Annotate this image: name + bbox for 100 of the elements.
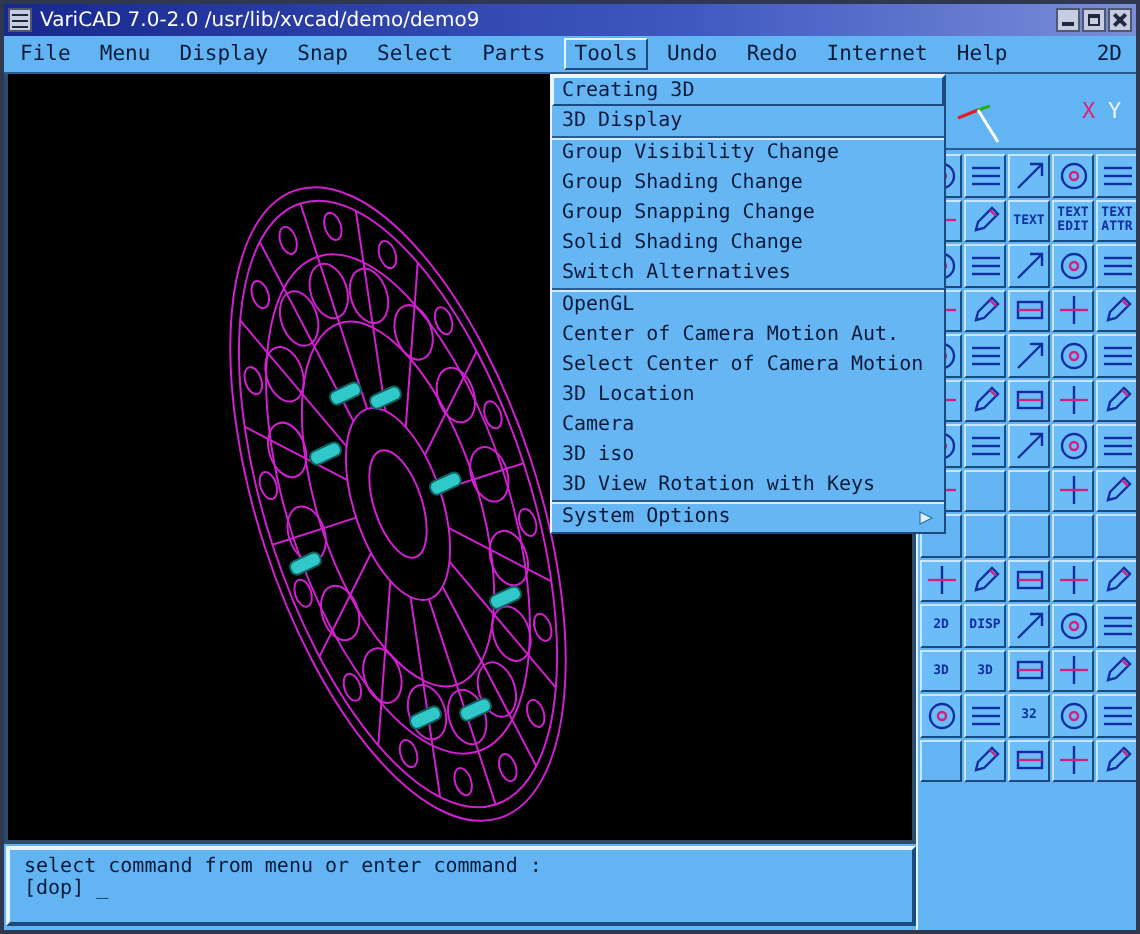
menu-item[interactable]: 3D Display	[552, 106, 944, 136]
window-menu-icon[interactable]	[8, 8, 32, 32]
tool-button[interactable]	[1052, 604, 1094, 647]
tool-button[interactable]	[1096, 244, 1136, 287]
menu-item[interactable]: Help	[946, 38, 1018, 70]
command-line: select command from menu or enter command :	[24, 856, 544, 878]
arrow-icon	[1013, 429, 1045, 462]
circle-icon	[1057, 699, 1089, 732]
menu-item[interactable]: Group Snapping Change	[552, 198, 944, 228]
tool-button[interactable]	[1052, 739, 1094, 782]
tool-button[interactable]	[964, 694, 1006, 737]
tool-button[interactable]	[964, 379, 1006, 422]
tool-button[interactable]	[964, 739, 1006, 782]
menu-item[interactable]: Snap	[287, 38, 358, 70]
tool-button[interactable]	[1096, 604, 1136, 647]
menu-item[interactable]: Menu	[89, 38, 161, 70]
tool-button[interactable]	[1052, 289, 1094, 332]
pencil-icon	[1101, 384, 1133, 417]
tool-button[interactable]	[1052, 334, 1094, 377]
tool-button[interactable]	[1052, 379, 1094, 422]
tool-button[interactable]	[1008, 649, 1050, 692]
tool-button[interactable]	[964, 424, 1006, 467]
tool-button[interactable]	[964, 559, 1006, 602]
tool-button[interactable]	[920, 694, 962, 737]
menu-item[interactable]: Parts	[472, 38, 556, 70]
menu-item[interactable]: Solid Shading Change	[552, 228, 944, 258]
minimize-icon[interactable]	[1056, 8, 1080, 32]
tool-button[interactable]	[964, 289, 1006, 332]
tool-button[interactable]	[1096, 469, 1136, 512]
tool-button[interactable]	[1008, 289, 1050, 332]
tool-button[interactable]	[964, 334, 1006, 377]
menu-item[interactable]: Group Shading Change	[552, 168, 944, 198]
axis-label: Y	[1108, 98, 1122, 124]
tool-button[interactable]	[1008, 559, 1050, 602]
tool-button[interactable]	[1052, 424, 1094, 467]
menu-item[interactable]: Display	[169, 38, 279, 70]
arrow-icon	[1013, 609, 1045, 642]
menu-item[interactable]: Creating 3D	[552, 76, 944, 106]
menu-item[interactable]: Select	[367, 38, 463, 70]
command-area[interactable]: select command from menu or enter command : [dop] _	[6, 846, 916, 926]
tool-button[interactable]	[1008, 739, 1050, 782]
tool-button[interactable]	[1052, 244, 1094, 287]
cross-icon	[1057, 744, 1089, 777]
menu-item[interactable]: OpenGL	[552, 290, 944, 320]
axis-label: X	[1082, 98, 1096, 124]
tool-button[interactable]	[1096, 559, 1136, 602]
tool-button[interactable]	[964, 154, 1006, 197]
menu-item[interactable]: System Options	[552, 502, 944, 532]
pencil-icon	[1101, 474, 1133, 507]
cross-icon	[1057, 474, 1089, 507]
cross-icon	[1057, 564, 1089, 597]
circle-icon	[1057, 429, 1089, 462]
maximize-icon[interactable]	[1082, 8, 1106, 32]
cross-icon	[1057, 294, 1089, 327]
menu-item[interactable]: 3D iso	[552, 440, 944, 470]
tool-button[interactable]	[1096, 649, 1136, 692]
menu-item[interactable]: Undo	[656, 38, 728, 70]
tool-button[interactable]	[1096, 289, 1136, 332]
tool-button[interactable]	[1052, 559, 1094, 602]
pencil-icon	[1101, 294, 1133, 327]
menu-item[interactable]: Center of Camera Motion Aut.	[552, 320, 944, 350]
submenu-arrow-icon	[918, 509, 934, 525]
tool-button[interactable]	[964, 244, 1006, 287]
menu-item[interactable]: Redo	[736, 38, 808, 70]
tool-button[interactable]	[1052, 649, 1094, 692]
tool-button[interactable]	[1008, 379, 1050, 422]
menu-item[interactable]: Tools	[564, 38, 648, 70]
pencil-icon	[969, 294, 1001, 327]
menu-item[interactable]: File	[10, 38, 81, 70]
tool-button[interactable]	[920, 559, 962, 602]
menu-item[interactable]: Switch Alternatives	[552, 258, 944, 288]
tool-button[interactable]	[1008, 154, 1050, 197]
tool-button[interactable]	[1052, 694, 1094, 737]
pencil-icon	[969, 384, 1001, 417]
tool-button[interactable]	[1096, 424, 1136, 467]
close-icon[interactable]	[1108, 8, 1132, 32]
menu-item[interactable]: 3D View Rotation with Keys	[552, 470, 944, 500]
menu-item[interactable]: Group Visibility Change	[552, 138, 944, 168]
menu-item[interactable]: Internet	[816, 38, 938, 70]
tool-button[interactable]	[1096, 694, 1136, 737]
tool-button[interactable]	[964, 199, 1006, 242]
menu-item[interactable]: Camera	[552, 410, 944, 440]
tool-button[interactable]	[1096, 154, 1136, 197]
arrow-icon	[1013, 159, 1045, 192]
tool-button[interactable]	[1008, 424, 1050, 467]
mode-label[interactable]: 2D	[1096, 42, 1130, 66]
tool-button[interactable]	[1052, 154, 1094, 197]
tool-button[interactable]	[1008, 244, 1050, 287]
tool-button[interactable]	[1096, 379, 1136, 422]
menu-item[interactable]: Select Center of Camera Motion	[552, 350, 944, 380]
circle-icon	[1057, 609, 1089, 642]
menu-item[interactable]: 3D Location	[552, 380, 944, 410]
cross-icon	[1057, 384, 1089, 417]
tool-button[interactable]	[1096, 334, 1136, 377]
window-title: VariCAD 7.0-2.0 /usr/lib/xvcad/demo/demo9	[40, 9, 480, 31]
tool-button[interactable]	[1008, 604, 1050, 647]
tool-button[interactable]	[1008, 334, 1050, 377]
tool-button[interactable]	[1096, 739, 1136, 782]
tool-button[interactable]	[1052, 469, 1094, 512]
circle-icon	[1057, 249, 1089, 282]
